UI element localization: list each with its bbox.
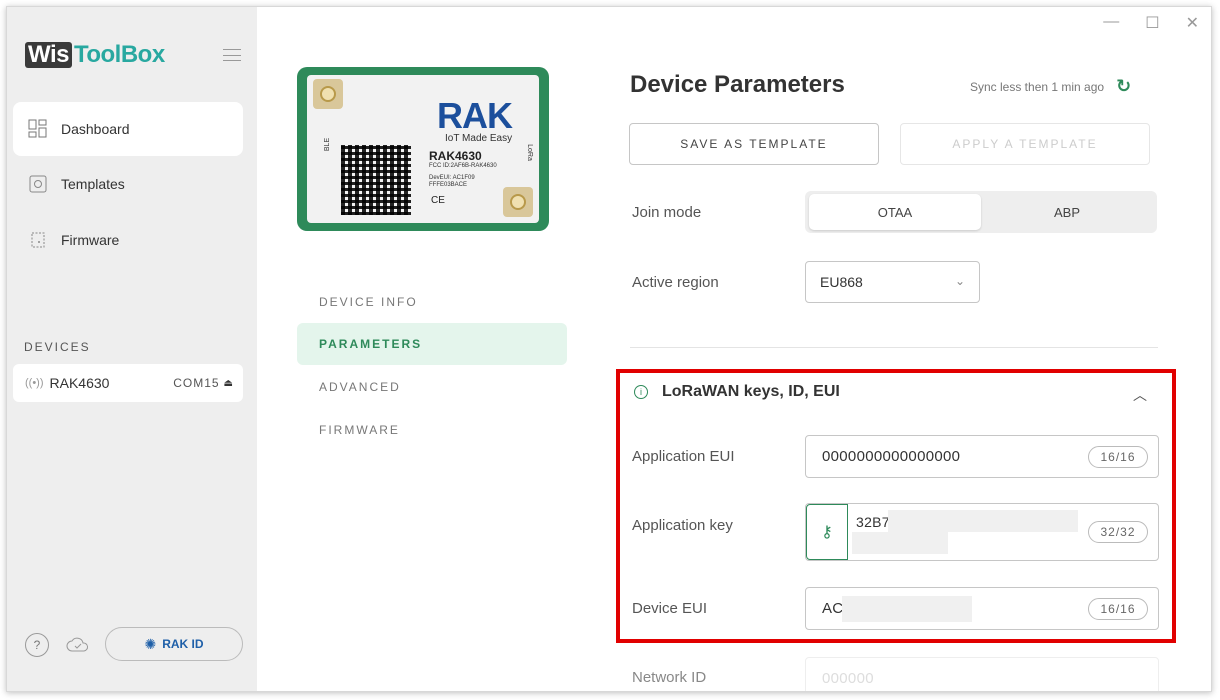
tab-advanced[interactable]: ADVANCED (297, 366, 567, 408)
ce-mark: CE (431, 195, 445, 206)
window-controls: — ☐ ✕ (1103, 13, 1199, 33)
network-id-value: 000000 (822, 670, 874, 687)
active-region-select[interactable]: EU868 ⌄ (805, 261, 980, 303)
join-mode-label: Join mode (632, 204, 702, 221)
apply-template-button[interactable]: APPLY A TEMPLATE (900, 123, 1150, 165)
sidebar-item-label: Firmware (61, 232, 120, 248)
app-logo: Wis ToolBox (25, 41, 165, 69)
minimize-icon[interactable]: — (1103, 13, 1119, 33)
network-id-label: Network ID (632, 669, 707, 686)
join-mode-otaa[interactable]: OTAA (809, 194, 981, 230)
rak-id-label: RAK ID (162, 637, 204, 651)
device-eui-print: DevEUI: AC1F09 FFFE03BACE (429, 175, 475, 189)
logo-wis: Wis (25, 42, 72, 68)
refresh-icon[interactable]: ↻ (1116, 76, 1131, 97)
device-eui-line: DevEUI: AC1F09 (429, 175, 475, 181)
sidebar-item-templates[interactable]: Templates (13, 157, 243, 211)
device-fcc: FCC ID:2AF6B-RAK4630 (429, 163, 497, 169)
firmware-icon (27, 229, 49, 251)
sidebar-item-firmware[interactable]: Firmware (13, 213, 243, 267)
templates-icon (27, 173, 49, 195)
maximize-icon[interactable]: ☐ (1145, 13, 1159, 33)
chevron-down-icon: ⌄ (954, 274, 965, 288)
cloud-sync-icon[interactable] (65, 633, 91, 657)
lora-label: LoRa (525, 144, 533, 161)
dashboard-icon (27, 118, 49, 140)
close-icon[interactable]: ✕ (1186, 13, 1199, 33)
eject-icon[interactable]: ⏏ (224, 378, 233, 389)
tab-parameters[interactable]: PARAMETERS (297, 323, 567, 365)
sidebar-item-label: Dashboard (61, 121, 130, 137)
qr-code-icon (341, 145, 411, 215)
device-eui-line: FFFE03BACE (429, 182, 468, 188)
join-mode-toggle: OTAA ABP (805, 191, 1157, 233)
device-image: RAK IoT Made Easy RAK4630 FCC ID:2AF6B-R… (297, 67, 549, 231)
sidebar-item-label: Templates (61, 176, 125, 192)
device-tagline: IoT Made Easy (445, 133, 513, 144)
antenna-icon (313, 79, 343, 109)
logo-toolbox: ToolBox (73, 41, 165, 68)
page-title: Device Parameters (630, 71, 845, 98)
rak-id-icon: ✺ (144, 635, 157, 652)
active-region-label: Active region (632, 274, 719, 291)
tab-device-info[interactable]: DEVICE INFO (297, 281, 567, 323)
help-button[interactable]: ? (25, 633, 49, 657)
device-name: RAK4630 (49, 375, 110, 391)
rak-id-button[interactable]: ✺ RAK ID (105, 627, 243, 661)
join-mode-abp[interactable]: ABP (981, 194, 1153, 230)
network-id-field[interactable]: 000000 (805, 657, 1159, 691)
tab-firmware[interactable]: FIRMWARE (297, 409, 567, 451)
sync-status: Sync less then 1 min ago ↻ (970, 76, 1131, 97)
save-as-template-button[interactable]: SAVE AS TEMPLATE (629, 123, 879, 165)
device-brand: RAK (437, 95, 513, 136)
menu-icon[interactable] (223, 49, 241, 61)
device-list-item[interactable]: ((•)) RAK4630 COM15 ⏏ (13, 364, 243, 402)
highlight-box (616, 369, 1176, 643)
sidebar: Wis ToolBox Dashboard Templates Firmware… (7, 7, 257, 691)
divider (630, 347, 1158, 348)
devices-heading: DEVICES (24, 340, 91, 354)
sync-text: Sync less then 1 min ago (970, 79, 1105, 94)
device-chip: RAK IoT Made Easy RAK4630 FCC ID:2AF6B-R… (307, 75, 539, 223)
device-model: RAK4630 (429, 149, 482, 163)
device-port: COM15 (173, 376, 220, 390)
ble-label: BLE (324, 137, 332, 152)
antenna-icon (503, 187, 533, 217)
app-window: Wis ToolBox Dashboard Templates Firmware… (6, 6, 1212, 692)
active-region-value: EU868 (820, 274, 863, 290)
signal-icon: ((•)) (25, 377, 44, 389)
sidebar-item-dashboard[interactable]: Dashboard (13, 102, 243, 156)
